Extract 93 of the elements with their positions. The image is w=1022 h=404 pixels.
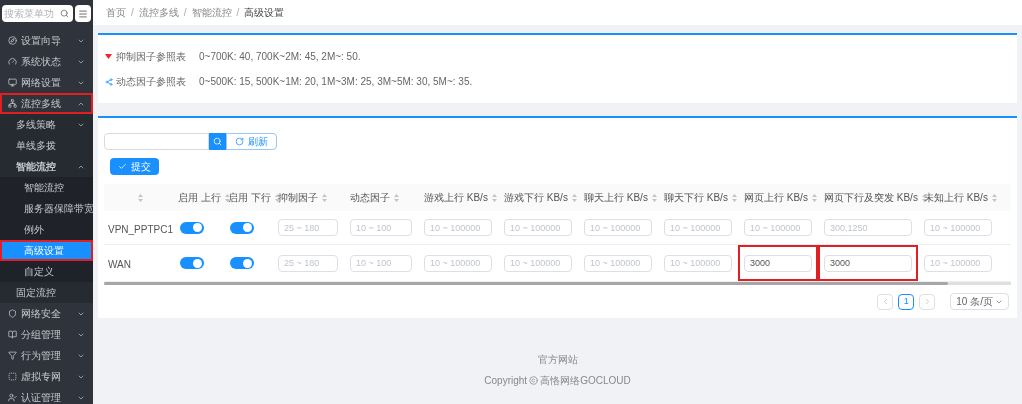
menu-item-icon	[8, 393, 17, 402]
copyright-text: Copyright	[484, 374, 528, 388]
menu-item-icon	[8, 351, 17, 360]
sort-icon[interactable]	[224, 193, 230, 202]
breadcrumb-separator: /	[236, 6, 240, 20]
breadcrumb-separator: /	[131, 6, 134, 20]
column-header: 游戏上行 KB/s	[424, 191, 488, 205]
reference-label: 抑制因子参照表	[116, 50, 187, 64]
menu-item-icon	[8, 78, 17, 87]
sort-icon[interactable]	[137, 193, 143, 202]
rate-input[interactable]: 10 ~ 100000	[924, 254, 992, 272]
rate-input[interactable]: 3000	[744, 254, 812, 272]
sort-icon[interactable]	[322, 193, 327, 202]
menu-item[interactable]: 流控多线	[0, 93, 93, 114]
triangle-icon	[105, 54, 112, 59]
column-header: 启用 下行	[228, 191, 271, 205]
menu-item-icon	[8, 36, 17, 45]
share-icon	[105, 77, 113, 86]
sort-icon[interactable]	[394, 193, 399, 202]
search-field[interactable]	[104, 133, 209, 150]
menu-item[interactable]: 智能流控	[0, 156, 93, 177]
sort-icon[interactable]	[811, 193, 817, 202]
check-icon	[118, 162, 127, 171]
rate-input[interactable]: 10 ~ 100000	[504, 219, 572, 236]
column-header: 聊天下行 KB/s	[664, 191, 728, 205]
search-button[interactable]	[209, 133, 226, 150]
sort-icon[interactable]	[274, 193, 280, 202]
rate-input[interactable]: 3000	[824, 254, 912, 272]
search-icon	[213, 137, 222, 146]
column-header: 抑制因子	[278, 191, 318, 205]
rate-input[interactable]: 10 ~ 100000	[424, 254, 492, 272]
menu-item-icon	[8, 372, 17, 381]
rate-input[interactable]: 300,1250	[824, 219, 912, 236]
toggle-switch[interactable]	[230, 257, 254, 269]
menu-item-icon	[8, 57, 17, 66]
menu-item[interactable]: 自定义	[0, 261, 93, 282]
row-name: VPN_PPTPC1	[108, 223, 174, 235]
menu-item[interactable]: 多线策略	[0, 114, 93, 135]
menu-item-icon	[8, 309, 17, 318]
breadcrumb-link[interactable]: 高级设置	[244, 5, 285, 20]
rate-input[interactable]: 10 ~ 100000	[504, 254, 572, 272]
column-header: 动态因子	[350, 191, 390, 205]
reference-text: 0~500K: 15, 500K~1M: 20, 1M~3M: 25, 3M~5M: 30, 5M~: 35.	[199, 75, 473, 89]
rate-input[interactable]: 10 ~ 100000	[664, 254, 732, 272]
sort-icon[interactable]	[731, 193, 737, 202]
rate-input[interactable]: 10 ~ 100	[350, 254, 412, 272]
sort-icon[interactable]	[491, 193, 497, 202]
toggle-switch[interactable]	[180, 221, 204, 234]
rate-input[interactable]: 25 ~ 180	[278, 254, 338, 272]
menu-item[interactable]: 服务器保障带宽	[0, 198, 93, 219]
breadcrumb-link[interactable]: 智能流控	[191, 5, 232, 20]
column-header: 聊天上行 KB/s	[584, 191, 648, 205]
scrollbar-thumb[interactable]	[104, 282, 948, 285]
rate-input[interactable]: 10 ~ 100000	[664, 219, 732, 236]
sort-icon[interactable]	[991, 193, 997, 202]
breadcrumb-link[interactable]: 流控多线	[138, 5, 179, 20]
copyright-icon	[529, 376, 539, 385]
column-header: 游戏下行 KB/s	[504, 191, 568, 205]
next-page-button[interactable]	[919, 293, 936, 310]
reference-text: 0~700K: 40, 700K~2M: 45, 2M~: 50.	[199, 50, 361, 64]
rate-input[interactable]: 10 ~ 100000	[424, 219, 492, 236]
refresh-icon	[235, 137, 244, 146]
rate-input[interactable]: 10 ~ 100000	[744, 219, 812, 236]
breadcrumb-link[interactable]: 首页	[106, 5, 126, 20]
brand-text: 高恪网络GOCLOUD	[540, 374, 631, 388]
menu-item[interactable]: 例外	[0, 219, 93, 240]
column-header: 启用 上行	[178, 191, 221, 205]
rate-input[interactable]: 25 ~ 180	[278, 219, 338, 236]
previous-page-button[interactable]	[877, 293, 894, 310]
menu-item[interactable]: 单线多拨	[0, 135, 93, 156]
rate-input[interactable]: 10 ~ 100000	[584, 219, 652, 236]
rate-input[interactable]: 10 ~ 100	[350, 219, 412, 236]
menu-search-field[interactable]: 搜索菜单功	[2, 5, 73, 22]
menu-item-icon	[8, 99, 17, 108]
sort-icon[interactable]	[571, 193, 577, 202]
column-header: 未知上行 KB/s	[924, 191, 988, 205]
breadcrumb-separator: /	[183, 6, 187, 20]
page-size-select[interactable]: 10 条/页	[950, 293, 1009, 310]
menu-item[interactable]: 智能流控	[0, 177, 93, 198]
sort-icon[interactable]	[651, 193, 657, 202]
column-header: 网页上行 KB/s	[744, 191, 808, 205]
menu-item-icon	[8, 330, 17, 339]
toggle-switch[interactable]	[180, 257, 204, 269]
row-name: WAN	[108, 259, 131, 270]
search-icon[interactable]	[60, 9, 69, 18]
reference-label: 动态因子参照表	[116, 75, 187, 89]
menu-icon	[78, 8, 88, 19]
column-header: 网页下行及突发 KB/s	[824, 191, 918, 205]
menu-item[interactable]: 固定流控	[0, 282, 93, 303]
rate-input[interactable]: 10 ~ 100000	[924, 219, 992, 236]
rate-input[interactable]: 10 ~ 100000	[584, 254, 652, 272]
menu-toggle-button[interactable]	[75, 5, 91, 22]
toggle-switch[interactable]	[230, 221, 254, 234]
